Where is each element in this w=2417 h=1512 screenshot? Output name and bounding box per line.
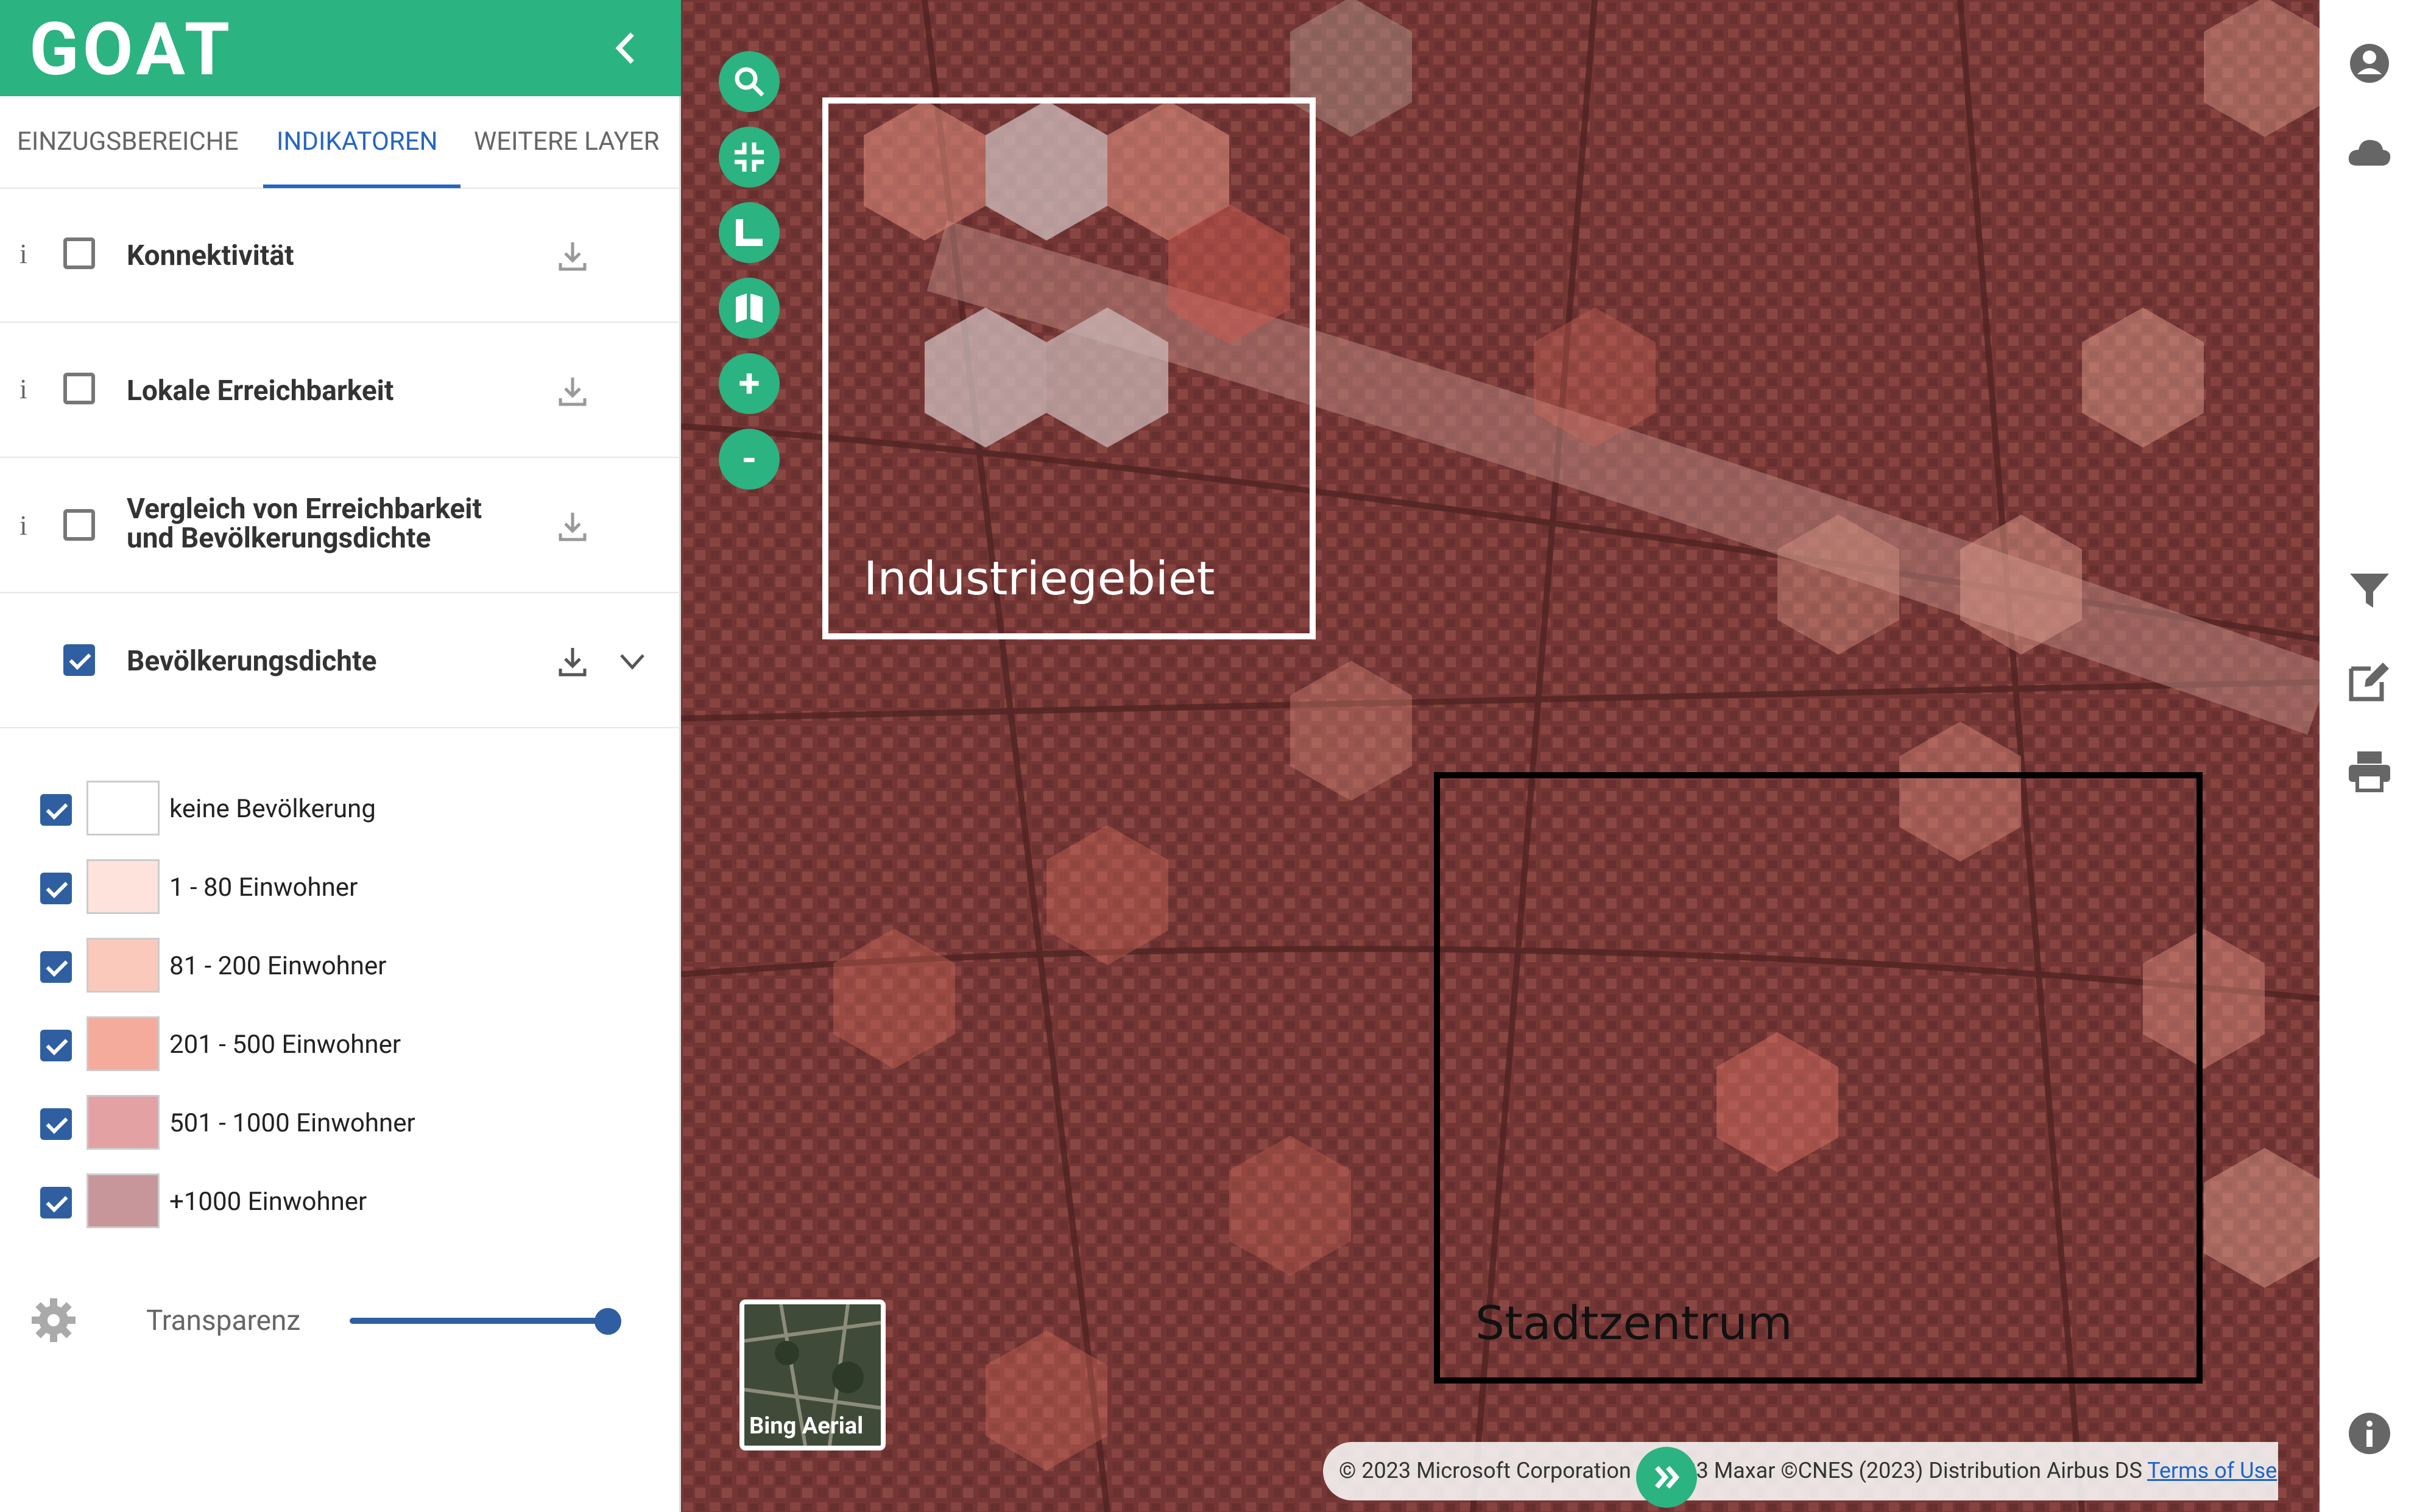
legend-label: 201 - 500 Einwohner (169, 1030, 401, 1060)
layer-label: Konnektivität (127, 239, 294, 272)
legend-checkbox[interactable] (40, 951, 72, 983)
double-chevron-right-icon (1654, 1466, 1680, 1489)
measure-button[interactable] (719, 202, 780, 263)
layer-label: Vergleich von Erreichbarkeit und Bevölke… (127, 493, 482, 555)
download-icon[interactable] (556, 239, 590, 273)
city-center-label: Stadtzentrum (1475, 1296, 1793, 1350)
layer-label: Bevölkerungsdichte (127, 645, 377, 678)
legend-label: 1 - 80 Einwohner (169, 873, 358, 902)
edit-icon[interactable] (2346, 658, 2393, 704)
map-view[interactable]: + - Industriegebiet Stadtzentrum Bing Ae… (681, 0, 2320, 1512)
layer-info-button[interactable]: i (19, 373, 27, 405)
layer-row-konnektivitaet: i Konnektivität (0, 188, 681, 323)
tab-einzugsbereiche[interactable]: EINZUGSBEREICHE (17, 96, 239, 188)
gear-icon[interactable] (29, 1296, 78, 1345)
layer-row-bevoelkerungsdichte: Bevölkerungsdichte (0, 593, 681, 728)
account-icon[interactable] (2346, 40, 2393, 86)
legend-checkbox[interactable] (40, 873, 72, 904)
layer-checkbox[interactable] (63, 644, 95, 676)
download-icon[interactable] (556, 509, 590, 543)
search-button[interactable] (719, 51, 780, 112)
map-attribution: © 2023 Microsoft Corporation © 2023 Maxa… (1323, 1442, 2278, 1500)
legend-checkbox[interactable] (40, 1187, 72, 1218)
basemap-switcher[interactable]: Bing Aerial (739, 1299, 886, 1450)
fullscreen-exit-button[interactable] (719, 127, 780, 188)
chevron-left-icon (615, 32, 634, 64)
attribution-toggle-button[interactable] (1636, 1447, 1697, 1508)
transparency-slider-track[interactable] (350, 1318, 608, 1324)
legend-label: keine Bevölkerung (169, 794, 376, 824)
search-icon (735, 67, 764, 97)
legend-swatch (86, 859, 160, 914)
layer-info-button[interactable]: i (19, 237, 27, 270)
legend-swatch (86, 1016, 160, 1071)
zoom-in-button[interactable]: + (719, 353, 780, 414)
legend-label: 501 - 1000 Einwohner (169, 1108, 415, 1138)
city-center-frame (1434, 772, 2203, 1384)
side-panel: GOAT EINZUGSBEREICHE INDIKATOREN WEITERE… (0, 0, 681, 1512)
goat-logo: GOAT (29, 7, 234, 93)
legend-label: 81 - 200 Einwohner (169, 951, 387, 981)
tab-weitere-layer[interactable]: WEITERE LAYER (474, 96, 660, 188)
layer-row-lokale-erreichbarkeit: i Lokale Erreichbarkeit (0, 323, 681, 458)
legend-checkbox[interactable] (40, 1030, 72, 1061)
layer-info-button[interactable]: i (19, 509, 27, 541)
download-icon[interactable] (556, 644, 590, 678)
layer-checkbox[interactable] (63, 373, 95, 404)
measure-icon (736, 219, 763, 246)
filter-icon[interactable] (2346, 568, 2393, 614)
terms-of-use-link[interactable]: Terms of Use (2147, 1458, 2277, 1483)
layer-row-vergleich: i Vergleich von Erreichbarkeit und Bevöl… (0, 458, 681, 593)
legend-swatch (86, 1173, 160, 1228)
transparency-slider-thumb[interactable] (595, 1308, 621, 1335)
legend-label: +1000 Einwohner (169, 1187, 367, 1217)
transparency-label: Transparenz (146, 1304, 301, 1337)
cloud-icon[interactable] (2346, 130, 2393, 177)
layer-checkbox[interactable] (63, 509, 95, 541)
download-icon[interactable] (556, 374, 590, 408)
layer-label: Lokale Erreichbarkeit (127, 374, 394, 407)
map-legend-button[interactable] (719, 278, 780, 339)
fullscreen-exit-icon (735, 142, 764, 172)
basemap-label: Bing Aerial (749, 1413, 864, 1440)
right-toolbar (2320, 0, 2417, 1512)
panel-tabs: EINZUGSBEREICHE INDIKATOREN WEITERE LAYE… (0, 96, 681, 189)
legend-checkbox[interactable] (40, 1108, 72, 1140)
collapse-panel-button[interactable] (608, 27, 644, 69)
legend-checkbox[interactable] (40, 794, 72, 826)
legend-swatch (86, 1095, 160, 1150)
zoom-out-button[interactable]: - (719, 429, 780, 490)
tab-indikatoren[interactable]: INDIKATOREN (277, 96, 438, 188)
industry-area-label: Industriegebiet (864, 551, 1215, 605)
layer-checkbox[interactable] (63, 237, 95, 269)
info-icon[interactable] (2346, 1410, 2393, 1457)
legend-swatch (86, 781, 160, 835)
attribution-text: © 2023 Microsoft Corporation © 2023 Maxa… (1339, 1458, 2142, 1483)
legend-swatch (86, 938, 160, 993)
chevron-down-icon[interactable] (615, 644, 649, 678)
app-header: GOAT (0, 0, 681, 96)
print-icon[interactable] (2346, 748, 2393, 794)
map-legend-icon (736, 294, 763, 323)
